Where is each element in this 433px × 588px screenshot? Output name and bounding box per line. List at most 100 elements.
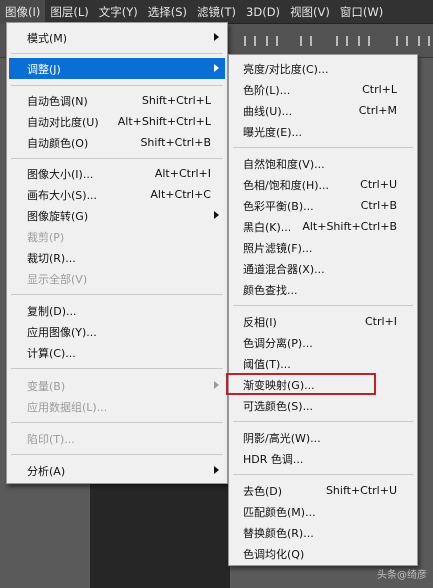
menu-item-label: 图像旋转(G) — [27, 209, 89, 223]
menu-item-label: 模式(M) — [27, 31, 68, 45]
distribute-icon[interactable] — [300, 36, 312, 46]
menu-item-label: HDR 色调... — [243, 452, 304, 466]
menu-item-label: 应用图像(Y)... — [27, 325, 97, 339]
shortcut: Shift+Ctrl+L — [141, 94, 211, 107]
menu-item-color-balance[interactable]: 色彩平衡(B)... Ctrl+B — [231, 195, 415, 216]
menu-item-label: 图像大小(I)... — [27, 167, 94, 181]
menu-item-desaturate[interactable]: 去色(D) Shift+Ctrl+U — [231, 480, 415, 501]
menu-item-posterize[interactable]: 色调分离(P)... — [231, 332, 415, 353]
menu-item-image-size[interactable]: 图像大小(I)... Alt+Ctrl+I — [9, 163, 225, 184]
menu-item-vibrance[interactable]: 自然饱和度(V)... — [231, 153, 415, 174]
menu-item-trim[interactable]: 裁切(R)... — [9, 247, 225, 268]
menu-item-calculations[interactable]: 计算(C)... — [9, 342, 225, 363]
shortcut: Shift+Ctrl+B — [140, 136, 211, 149]
menu-item-mode[interactable]: 模式(M) — [9, 27, 225, 48]
menu-item-apply-image[interactable]: 应用图像(Y)... — [9, 321, 225, 342]
menu-item-channel-mixer[interactable]: 通道混合器(X)... — [231, 258, 415, 279]
menu-item-label: 色调均化(Q) — [243, 547, 305, 561]
menu-item-exposure[interactable]: 曝光度(E)... — [231, 121, 415, 142]
menu-item-auto-contrast[interactable]: 自动对比度(U) Alt+Shift+Ctrl+L — [9, 111, 225, 132]
menu-item-label: 通道混合器(X)... — [243, 262, 325, 276]
menu-item-replace-color[interactable]: 替换颜色(R)... — [231, 522, 415, 543]
align-icon[interactable] — [266, 36, 278, 46]
menu-item-invert[interactable]: 反相(I) Ctrl+I — [231, 311, 415, 332]
shortcut: Ctrl+M — [358, 104, 397, 117]
menu-item-label: 显示全部(V) — [27, 272, 88, 286]
menu-item-threshold[interactable]: 阈值(T)... — [231, 353, 415, 374]
menu-item-curves[interactable]: 曲线(U)... Ctrl+M — [231, 100, 415, 121]
menu-select[interactable]: 选择(S) — [143, 0, 192, 24]
menu-item-label: 裁剪(P) — [27, 230, 65, 244]
menu-item-label: 曝光度(E)... — [243, 125, 303, 139]
menu-item-brightness-contrast[interactable]: 亮度/对比度(C)... — [231, 58, 415, 79]
menu-item-label: 黑白(K)... — [243, 220, 292, 234]
separator — [233, 305, 413, 306]
menu-layer[interactable]: 图层(L) — [45, 0, 93, 24]
submenu-arrow-icon — [214, 381, 219, 389]
submenu-arrow-icon — [214, 64, 219, 72]
shortcut: Ctrl+L — [362, 83, 397, 96]
menu-item-label: 去色(D) — [243, 484, 283, 498]
menu-filter[interactable]: 滤镜(T) — [192, 0, 241, 24]
separator — [11, 422, 223, 423]
menu-item-auto-color[interactable]: 自动颜色(O) Shift+Ctrl+B — [9, 132, 225, 153]
menu-item-label: 变量(B) — [27, 379, 66, 393]
menu-type[interactable]: 文字(Y) — [94, 0, 143, 24]
menu-item-label: 计算(C)... — [27, 346, 76, 360]
menu-item-color-lookup[interactable]: 颜色查找... — [231, 279, 415, 300]
annotation-highlight-box — [226, 373, 376, 395]
tool-panel-bg — [0, 480, 90, 588]
menu-item-duplicate[interactable]: 复制(D)... — [9, 300, 225, 321]
menu-item-photo-filter[interactable]: 照片滤镜(F)... — [231, 237, 415, 258]
menu-item-equalize[interactable]: 色调均化(Q) — [231, 543, 415, 564]
menu-item-black-white[interactable]: 黑白(K)... Alt+Shift+Ctrl+B — [231, 216, 415, 237]
menu-item-match-color[interactable]: 匹配颜色(M)... — [231, 501, 415, 522]
shortcut: Ctrl+I — [364, 315, 397, 328]
separator — [11, 53, 223, 54]
menu-item-image-rotation[interactable]: 图像旋转(G) — [9, 205, 225, 226]
shortcut: Alt+Shift+Ctrl+B — [302, 220, 397, 233]
menu-item-adjustments[interactable]: 调整(J) — [9, 58, 225, 79]
menu-item-label: 裁切(R)... — [27, 251, 76, 265]
separator — [233, 474, 413, 475]
image-menu: 模式(M) 调整(J) 自动色调(N) Shift+Ctrl+L 自动对比度(U… — [6, 22, 228, 484]
menu-item-label: 分析(A) — [27, 464, 66, 478]
watermark-text: 头条@绮彦 — [377, 570, 427, 581]
menu-view[interactable]: 视图(V) — [285, 0, 335, 24]
menu-item-selective-color[interactable]: 可选颜色(S)... — [231, 395, 415, 416]
menu-item-hue-saturation[interactable]: 色相/饱和度(H)... Ctrl+U — [231, 174, 415, 195]
distribute-icon[interactable] — [336, 36, 348, 46]
menu-item-label: 自动颜色(O) — [27, 136, 89, 150]
menu-item-analysis[interactable]: 分析(A) — [9, 460, 225, 481]
menu-3d[interactable]: 3D(D) — [241, 0, 285, 24]
menu-item-label: 亮度/对比度(C)... — [243, 62, 329, 76]
menu-item-levels[interactable]: 色阶(L)... Ctrl+L — [231, 79, 415, 100]
align-icon[interactable] — [244, 36, 256, 46]
separator — [11, 158, 223, 159]
separator — [11, 294, 223, 295]
menu-image[interactable]: 图像(I) — [0, 0, 46, 24]
menu-item-variables: 变量(B) — [9, 375, 225, 396]
separator — [233, 147, 413, 148]
menu-window[interactable]: 窗口(W) — [335, 0, 388, 24]
distribute-icon[interactable] — [418, 36, 430, 46]
menu-item-label: 自然饱和度(V)... — [243, 157, 325, 171]
menu-item-canvas-size[interactable]: 画布大小(S)... Alt+Ctrl+C — [9, 184, 225, 205]
menu-item-reveal-all: 显示全部(V) — [9, 268, 225, 289]
menu-item-label: 自动色调(N) — [27, 94, 88, 108]
distribute-icon[interactable] — [396, 36, 408, 46]
menu-item-label: 匹配颜色(M)... — [243, 505, 316, 519]
menu-item-label: 色彩平衡(B)... — [243, 199, 314, 213]
menu-item-hdr-toning[interactable]: HDR 色调... — [231, 448, 415, 469]
menubar: 图像(I) 图层(L) 文字(Y) 选择(S) 滤镜(T) 3D(D) 视图(V… — [0, 0, 433, 24]
menu-item-label: 阈值(T)... — [243, 357, 291, 371]
menu-item-apply-data-set: 应用数据组(L)... — [9, 396, 225, 417]
separator — [11, 85, 223, 86]
distribute-icon[interactable] — [358, 36, 370, 46]
shortcut: Ctrl+B — [360, 199, 397, 212]
menu-item-shadows-highlights[interactable]: 阴影/高光(W)... — [231, 427, 415, 448]
menu-item-auto-tone[interactable]: 自动色调(N) Shift+Ctrl+L — [9, 90, 225, 111]
canvas-area — [90, 480, 230, 588]
submenu-arrow-icon — [214, 211, 219, 219]
separator — [11, 368, 223, 369]
